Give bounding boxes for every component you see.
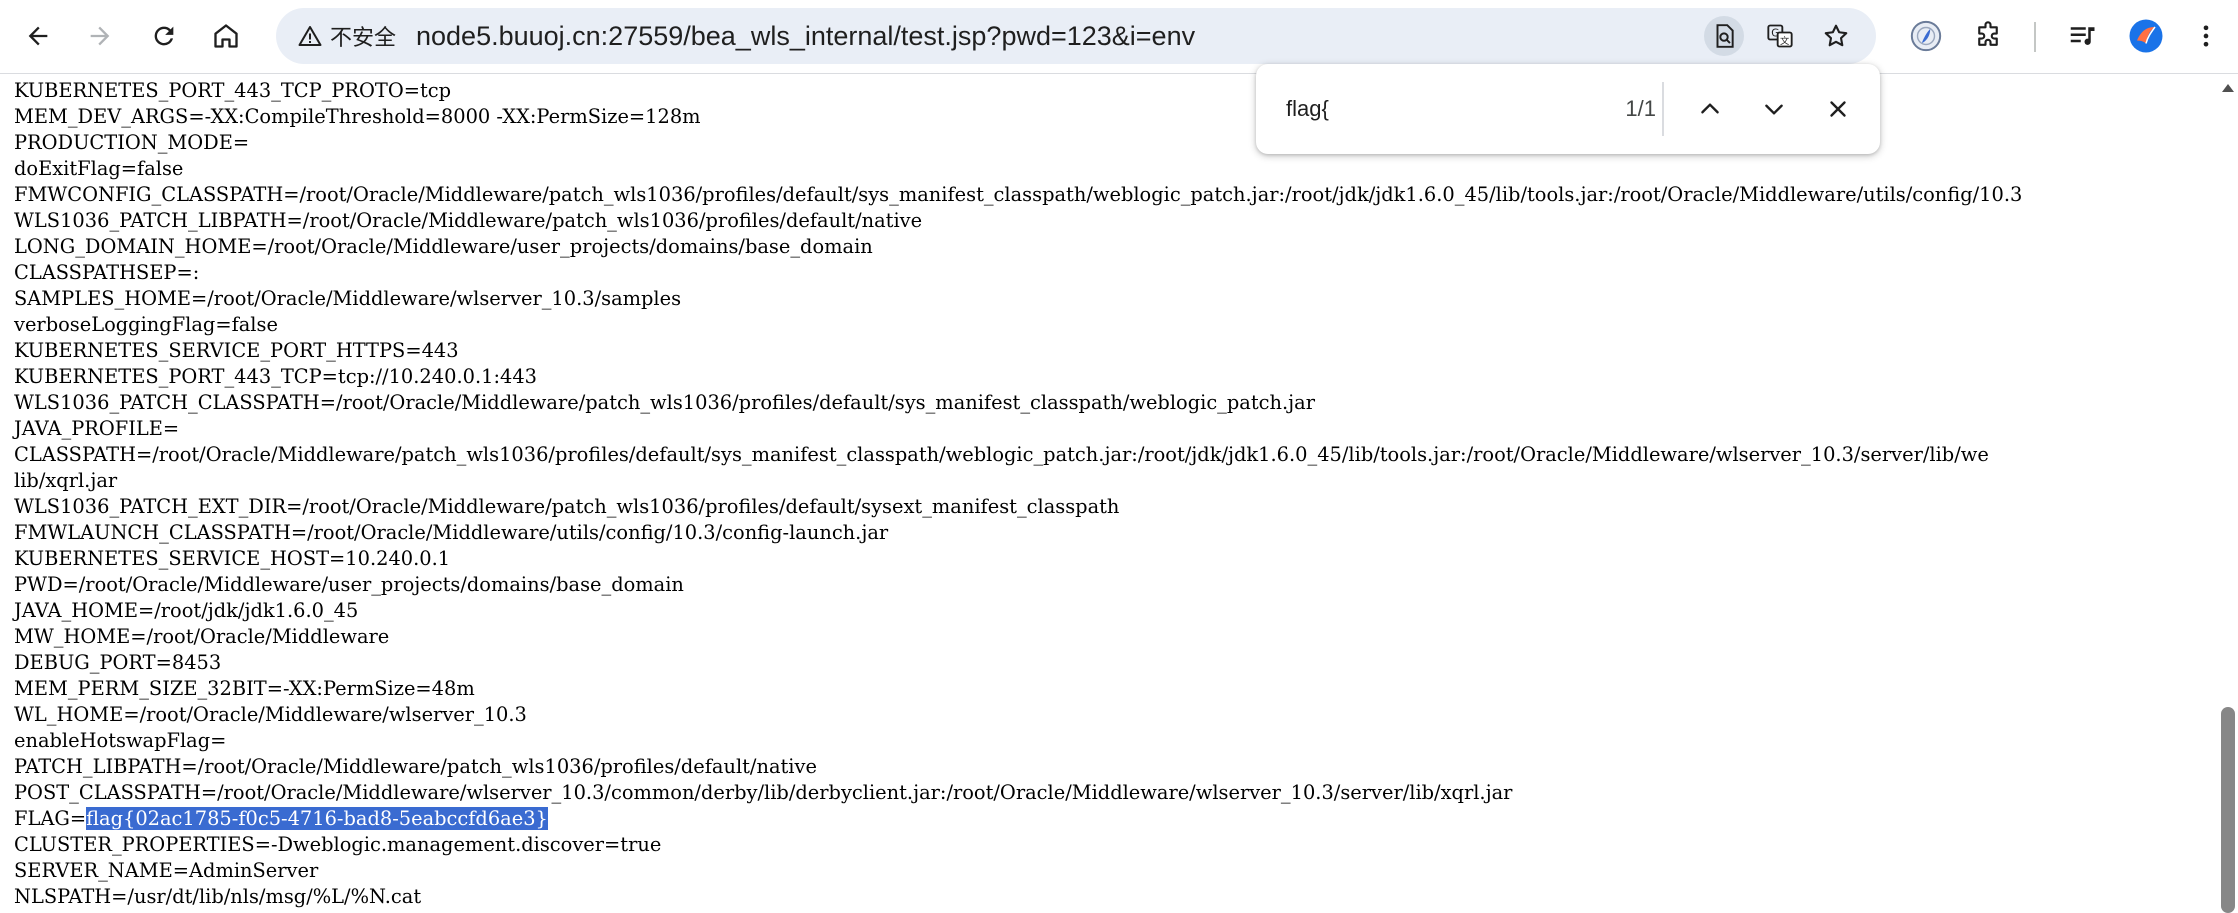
url-path: :27559/bea_wls_internal/test.jsp?pwd=123…: [600, 21, 1196, 51]
more-vert-icon: [2203, 25, 2209, 47]
env-line: WLS1036_PATCH_LIBPATH=/root/Oracle/Middl…: [14, 209, 923, 232]
env-line: KUBERNETES_SERVICE_HOST=10.240.0.1: [14, 547, 451, 570]
forward-button[interactable]: [78, 14, 122, 58]
security-label: 不安全: [330, 25, 397, 50]
env-line: PATCH_LIBPATH=/root/Oracle/Middleware/pa…: [14, 755, 817, 778]
security-chip[interactable]: 不安全: [290, 16, 408, 56]
env-line: FMWLAUNCH_CLASSPATH=/root/Oracle/Middlew…: [14, 521, 889, 544]
env-line: CLASSPATH=/root/Oracle/Middleware/patch_…: [14, 443, 1989, 466]
scrollbar-thumb[interactable]: [2221, 707, 2235, 913]
scroll-up-arrow-icon[interactable]: [2222, 84, 2234, 92]
find-in-page-button[interactable]: [1704, 16, 1744, 56]
flag-line: FLAG=flag{02ac1785-f0c5-4716-bad8-5eabcc…: [14, 806, 2218, 832]
find-match-count: 1/1: [1625, 96, 1656, 121]
env-line: MEM_PERM_SIZE_32BIT=-XX:PermSize=48m: [14, 677, 475, 700]
env-line: NLSPATH=/usr/dt/lib/nls/msg/%L/%N.cat: [14, 885, 422, 908]
address-bar[interactable]: 不安全 node5.buuoj.cn:27559/bea_wls_interna…: [276, 8, 1876, 64]
arrow-left-icon: [28, 26, 48, 46]
translate-button[interactable]: G文: [1760, 16, 1800, 56]
env-line: PRODUCTION_MODE=: [14, 131, 250, 154]
find-separator: [1662, 82, 1664, 136]
page-search-icon: [1716, 24, 1734, 48]
env-lines: KUBERNETES_PORT_443_TCP_PROTO=tcp MEM_DEV…: [14, 78, 2218, 806]
env-line: KUBERNETES_PORT_443_TCP=tcp://10.240.0.1…: [14, 365, 537, 388]
playlist-icon: [2070, 27, 2095, 45]
env-line: WLS1036_PATCH_EXT_DIR=/root/Oracle/Middl…: [14, 495, 1120, 518]
flag-key: FLAG=: [14, 807, 87, 830]
env-line: KUBERNETES_SERVICE_PORT_HTTPS=443: [14, 339, 459, 362]
env-line: lib/xqrl.jar: [14, 469, 118, 492]
extension-button[interactable]: [1904, 14, 1948, 58]
env-line: WLS1036_PATCH_CLASSPATH=/root/Oracle/Mid…: [14, 391, 1315, 414]
star-icon: [1824, 24, 1848, 47]
env-line: SERVER_NAME=AdminServer: [14, 859, 319, 882]
env-line: JAVA_HOME=/root/jdk/jdk1.6.0_45: [14, 599, 359, 622]
env-line: doExitFlag=false: [14, 157, 184, 180]
vertical-scrollbar[interactable]: [2218, 74, 2238, 913]
find-bar: flag{ 1/1: [1256, 64, 1880, 154]
flag-value-highlight: flag{02ac1785-f0c5-4716-bad8-5eabccfd6ae…: [86, 807, 548, 830]
extension-logo-icon: [1910, 20, 1942, 52]
home-icon: [214, 24, 238, 48]
find-close-button[interactable]: [1816, 87, 1860, 131]
close-icon: [1830, 101, 1846, 117]
svg-text:文: 文: [1780, 35, 1789, 47]
env-line: FMWCONFIG_CLASSPATH=/root/Oracle/Middlew…: [14, 183, 2023, 206]
find-next-button[interactable]: [1752, 87, 1796, 131]
page-content: KUBERNETES_PORT_443_TCP_PROTO=tcp MEM_DEV…: [0, 74, 2218, 913]
find-previous-button[interactable]: [1688, 87, 1732, 131]
env-line: CLUSTER_PROPERTIES=-Dweblogic.management…: [14, 833, 662, 856]
env-line: JAVA_PROFILE=: [14, 417, 180, 440]
env-line: LONG_DOMAIN_HOME=/root/Oracle/Middleware…: [14, 235, 873, 258]
env-output: KUBERNETES_PORT_443_TCP_PROTO=tcp MEM_DEV…: [0, 74, 2218, 910]
extensions-menu-button[interactable]: [1966, 14, 2010, 58]
env-line: MEM_DEV_ARGS=-XX:CompileThreshold=8000 -…: [14, 105, 701, 128]
env-line: verboseLoggingFlag=false: [14, 313, 278, 336]
env-lines-after: CLUSTER_PROPERTIES=-Dweblogic.management…: [14, 832, 2218, 910]
translate-icon: G文: [1767, 24, 1793, 48]
reload-button[interactable]: [142, 14, 186, 58]
puzzle-icon: [1978, 21, 1998, 46]
url-host: node5.buuoj.cn: [416, 21, 601, 51]
back-button[interactable]: [16, 14, 60, 58]
env-line: SAMPLES_HOME=/root/Oracle/Middleware/wls…: [14, 287, 682, 310]
media-control-button[interactable]: [2060, 14, 2104, 58]
avatar-icon: [2129, 19, 2163, 53]
chevron-down-icon: [1765, 104, 1783, 115]
env-line: enableHotswapFlag=: [14, 729, 227, 752]
home-button[interactable]: [204, 14, 248, 58]
env-line: KUBERNETES_PORT_443_TCP_PROTO=tcp: [14, 79, 452, 102]
reload-icon: [154, 26, 174, 46]
env-line: MW_HOME=/root/Oracle/Middleware: [14, 625, 390, 648]
profile-button[interactable]: [2124, 14, 2168, 58]
env-line: DEBUG_PORT=8453: [14, 651, 222, 674]
browser-toolbar: 不安全 node5.buuoj.cn:27559/bea_wls_interna…: [0, 0, 2238, 74]
find-input[interactable]: flag{: [1286, 64, 1329, 154]
env-line: PWD=/root/Oracle/Middleware/user_project…: [14, 573, 684, 596]
menu-button[interactable]: [2184, 14, 2228, 58]
bookmark-button[interactable]: [1816, 16, 1856, 56]
chevron-up-icon: [1701, 103, 1719, 114]
env-line: POST_CLASSPATH=/root/Oracle/Middleware/w…: [14, 781, 1513, 804]
env-line: WL_HOME=/root/Oracle/Middleware/wlserver…: [14, 703, 527, 726]
url-text[interactable]: node5.buuoj.cn:27559/bea_wls_internal/te…: [416, 8, 1195, 64]
arrow-right-icon: [90, 26, 110, 46]
env-line: CLASSPATHSEP=:: [14, 261, 200, 284]
toolbar-separator: [2034, 22, 2036, 52]
warning-icon: [298, 26, 322, 46]
